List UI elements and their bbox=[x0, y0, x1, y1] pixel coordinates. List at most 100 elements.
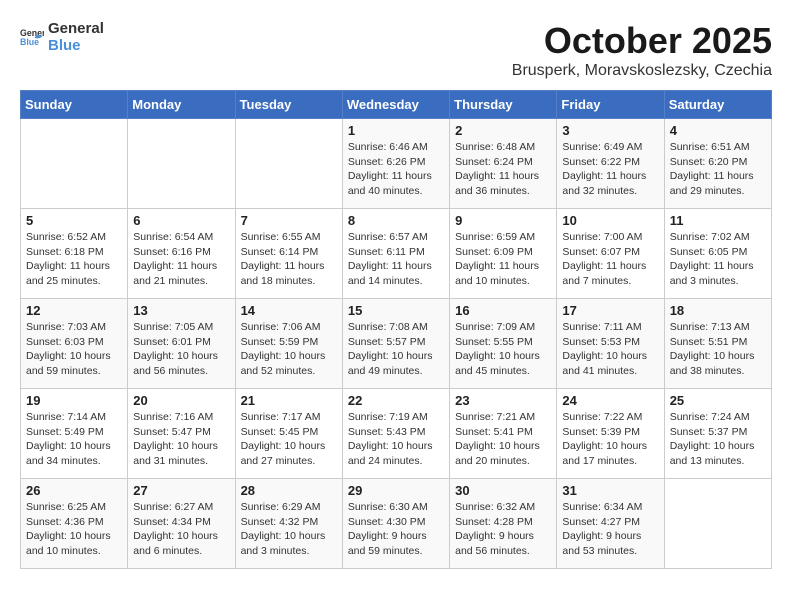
header-thursday: Thursday bbox=[450, 91, 557, 119]
calendar-page: General Blue General Blue October 2025 B… bbox=[0, 0, 792, 589]
table-row: 27 Sunrise: 6:27 AM Sunset: 4:34 PM Dayli… bbox=[128, 479, 235, 569]
day-number: 9 bbox=[455, 213, 551, 228]
day-info: Sunrise: 7:16 AM Sunset: 5:47 PM Dayligh… bbox=[133, 410, 229, 469]
day-number: 21 bbox=[241, 393, 337, 408]
table-row: 16 Sunrise: 7:09 AM Sunset: 5:55 PM Dayli… bbox=[450, 299, 557, 389]
day-info: Sunrise: 6:30 AM Sunset: 4:30 PM Dayligh… bbox=[348, 500, 444, 559]
day-number: 16 bbox=[455, 303, 551, 318]
header-monday: Monday bbox=[128, 91, 235, 119]
day-number: 17 bbox=[562, 303, 658, 318]
table-row: 7 Sunrise: 6:55 AM Sunset: 6:14 PM Daylig… bbox=[235, 209, 342, 299]
day-number: 31 bbox=[562, 483, 658, 498]
table-row: 22 Sunrise: 7:19 AM Sunset: 5:43 PM Dayli… bbox=[342, 389, 449, 479]
table-row: 17 Sunrise: 7:11 AM Sunset: 5:53 PM Dayli… bbox=[557, 299, 664, 389]
table-row bbox=[21, 119, 128, 209]
table-row: 6 Sunrise: 6:54 AM Sunset: 6:16 PM Daylig… bbox=[128, 209, 235, 299]
day-number: 25 bbox=[670, 393, 766, 408]
table-row: 10Sunrise: 7:00 AM Sunset: 6:07 PM Dayli… bbox=[557, 209, 664, 299]
calendar-subtitle: Brusperk, Moravskoslezsky, Czechia bbox=[512, 62, 772, 80]
calendar-title: October 2025 bbox=[512, 20, 772, 62]
day-number: 11 bbox=[670, 213, 766, 228]
day-info: Sunrise: 7:03 AM Sunset: 6:03 PM Dayligh… bbox=[26, 320, 122, 379]
table-row: 20Sunrise: 7:16 AM Sunset: 5:47 PM Dayli… bbox=[128, 389, 235, 479]
table-row: 28Sunrise: 6:29 AM Sunset: 4:32 PM Dayli… bbox=[235, 479, 342, 569]
day-info: Sunrise: 7:13 AM Sunset: 5:51 PM Dayligh… bbox=[670, 320, 766, 379]
day-info: Sunrise: 7:08 AM Sunset: 5:57 PM Dayligh… bbox=[348, 320, 444, 379]
table-row: 12 Sunrise: 7:03 AM Sunset: 6:03 PM Dayli… bbox=[21, 299, 128, 389]
day-number: 18 bbox=[670, 303, 766, 318]
day-number: 13 bbox=[133, 303, 229, 318]
logo-icon: General Blue bbox=[20, 25, 44, 49]
calendar-week-row: 12 Sunrise: 7:03 AM Sunset: 6:03 PM Dayli… bbox=[21, 299, 772, 389]
calendar-week-row: 19Sunrise: 7:14 AM Sunset: 5:49 PM Dayli… bbox=[21, 389, 772, 479]
day-info: Sunrise: 7:19 AM Sunset: 5:43 PM Dayligh… bbox=[348, 410, 444, 469]
day-info: Sunrise: 7:14 AM Sunset: 5:49 PM Dayligh… bbox=[26, 410, 122, 469]
day-info: Sunrise: 6:27 AM Sunset: 4:34 PM Dayligh… bbox=[133, 500, 229, 559]
table-row: 3Sunrise: 6:49 AM Sunset: 6:22 PM Daylig… bbox=[557, 119, 664, 209]
logo: General Blue General Blue bbox=[20, 20, 104, 55]
logo-line2: Blue bbox=[48, 37, 104, 54]
day-number: 28 bbox=[241, 483, 337, 498]
day-info: Sunrise: 7:24 AM Sunset: 5:37 PM Dayligh… bbox=[670, 410, 766, 469]
day-number: 14 bbox=[241, 303, 337, 318]
calendar-week-row: 26Sunrise: 6:25 AM Sunset: 4:36 PM Dayli… bbox=[21, 479, 772, 569]
table-row: 11 Sunrise: 7:02 AM Sunset: 6:05 PM Dayli… bbox=[664, 209, 771, 299]
calendar-week-row: 1Sunrise: 6:46 AM Sunset: 6:26 PM Daylig… bbox=[21, 119, 772, 209]
calendar-header-row: Sunday Monday Tuesday Wednesday Thursday… bbox=[21, 91, 772, 119]
svg-text:Blue: Blue bbox=[20, 37, 39, 47]
title-block: October 2025 Brusperk, Moravskoslezsky, … bbox=[512, 20, 772, 80]
table-row: 13 Sunrise: 7:05 AM Sunset: 6:01 PM Dayli… bbox=[128, 299, 235, 389]
table-row: 30Sunrise: 6:32 AM Sunset: 4:28 PM Dayli… bbox=[450, 479, 557, 569]
day-info: Sunrise: 6:25 AM Sunset: 4:36 PM Dayligh… bbox=[26, 500, 122, 559]
table-row: 2 Sunrise: 6:48 AM Sunset: 6:24 PM Daylig… bbox=[450, 119, 557, 209]
day-info: Sunrise: 6:59 AM Sunset: 6:09 PM Dayligh… bbox=[455, 230, 551, 289]
table-row: 15 Sunrise: 7:08 AM Sunset: 5:57 PM Dayli… bbox=[342, 299, 449, 389]
calendar-table: Sunday Monday Tuesday Wednesday Thursday… bbox=[20, 90, 772, 569]
header-wednesday: Wednesday bbox=[342, 91, 449, 119]
day-info: Sunrise: 6:52 AM Sunset: 6:18 PM Dayligh… bbox=[26, 230, 122, 289]
table-row: 26Sunrise: 6:25 AM Sunset: 4:36 PM Dayli… bbox=[21, 479, 128, 569]
logo-line1: General bbox=[48, 20, 104, 37]
day-info: Sunrise: 6:55 AM Sunset: 6:14 PM Dayligh… bbox=[241, 230, 337, 289]
table-row: 8Sunrise: 6:57 AM Sunset: 6:11 PM Daylig… bbox=[342, 209, 449, 299]
day-number: 1 bbox=[348, 123, 444, 138]
table-row: 4Sunrise: 6:51 AM Sunset: 6:20 PM Daylig… bbox=[664, 119, 771, 209]
table-row: 31 Sunrise: 6:34 AM Sunset: 4:27 PM Dayli… bbox=[557, 479, 664, 569]
day-number: 30 bbox=[455, 483, 551, 498]
day-info: Sunrise: 6:54 AM Sunset: 6:16 PM Dayligh… bbox=[133, 230, 229, 289]
day-info: Sunrise: 7:11 AM Sunset: 5:53 PM Dayligh… bbox=[562, 320, 658, 379]
day-info: Sunrise: 6:34 AM Sunset: 4:27 PM Dayligh… bbox=[562, 500, 658, 559]
header-friday: Friday bbox=[557, 91, 664, 119]
calendar-week-row: 5Sunrise: 6:52 AM Sunset: 6:18 PM Daylig… bbox=[21, 209, 772, 299]
day-number: 23 bbox=[455, 393, 551, 408]
day-info: Sunrise: 6:57 AM Sunset: 6:11 PM Dayligh… bbox=[348, 230, 444, 289]
day-info: Sunrise: 6:48 AM Sunset: 6:24 PM Dayligh… bbox=[455, 140, 551, 199]
day-number: 4 bbox=[670, 123, 766, 138]
day-number: 12 bbox=[26, 303, 122, 318]
day-number: 7 bbox=[241, 213, 337, 228]
table-row bbox=[235, 119, 342, 209]
day-number: 27 bbox=[133, 483, 229, 498]
table-row: 9 Sunrise: 6:59 AM Sunset: 6:09 PM Daylig… bbox=[450, 209, 557, 299]
day-number: 29 bbox=[348, 483, 444, 498]
day-info: Sunrise: 7:09 AM Sunset: 5:55 PM Dayligh… bbox=[455, 320, 551, 379]
table-row: 19Sunrise: 7:14 AM Sunset: 5:49 PM Dayli… bbox=[21, 389, 128, 479]
table-row: 25 Sunrise: 7:24 AM Sunset: 5:37 PM Dayli… bbox=[664, 389, 771, 479]
day-info: Sunrise: 7:05 AM Sunset: 6:01 PM Dayligh… bbox=[133, 320, 229, 379]
day-number: 6 bbox=[133, 213, 229, 228]
day-number: 22 bbox=[348, 393, 444, 408]
day-number: 10 bbox=[562, 213, 658, 228]
table-row: 14Sunrise: 7:06 AM Sunset: 5:59 PM Dayli… bbox=[235, 299, 342, 389]
page-header: General Blue General Blue October 2025 B… bbox=[20, 20, 772, 80]
day-info: Sunrise: 7:02 AM Sunset: 6:05 PM Dayligh… bbox=[670, 230, 766, 289]
day-number: 2 bbox=[455, 123, 551, 138]
day-info: Sunrise: 6:49 AM Sunset: 6:22 PM Dayligh… bbox=[562, 140, 658, 199]
table-row: 23Sunrise: 7:21 AM Sunset: 5:41 PM Dayli… bbox=[450, 389, 557, 479]
table-row bbox=[664, 479, 771, 569]
header-sunday: Sunday bbox=[21, 91, 128, 119]
table-row: 21Sunrise: 7:17 AM Sunset: 5:45 PM Dayli… bbox=[235, 389, 342, 479]
day-number: 24 bbox=[562, 393, 658, 408]
table-row: 18 Sunrise: 7:13 AM Sunset: 5:51 PM Dayli… bbox=[664, 299, 771, 389]
table-row: 24Sunrise: 7:22 AM Sunset: 5:39 PM Dayli… bbox=[557, 389, 664, 479]
day-number: 15 bbox=[348, 303, 444, 318]
